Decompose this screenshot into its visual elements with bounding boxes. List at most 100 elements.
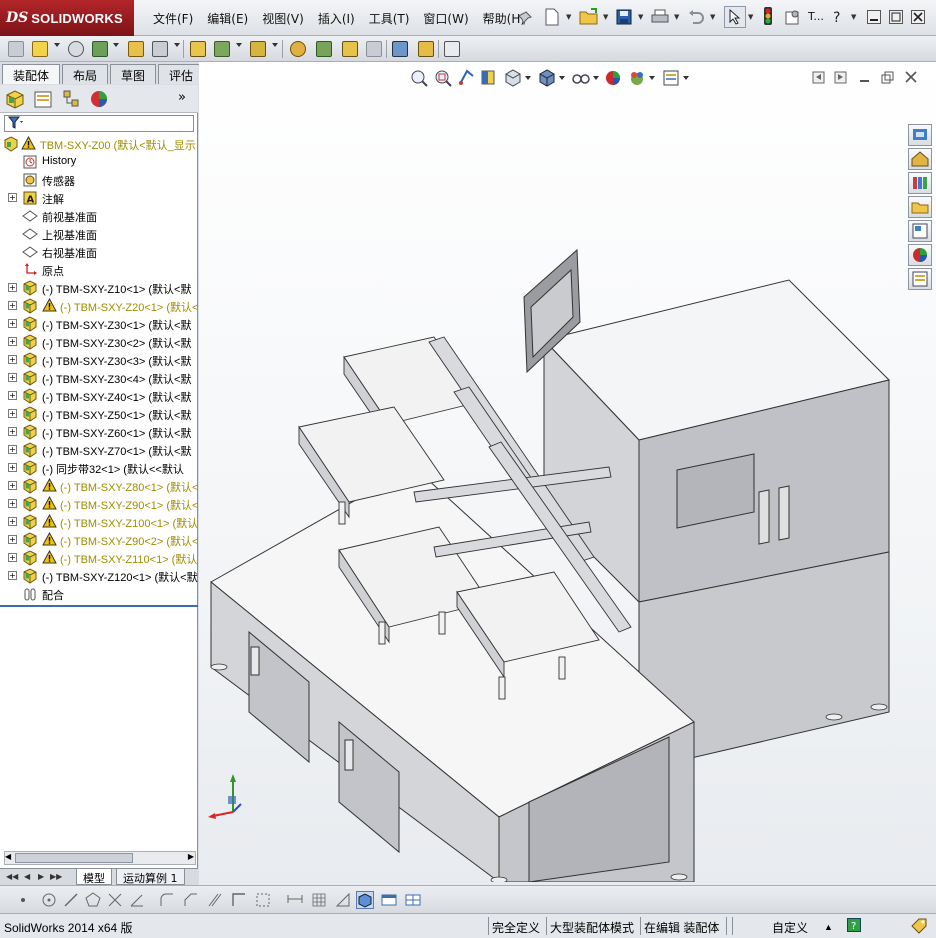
tree-item[interactable]: + A 注解: [0, 189, 198, 207]
chevron-down-icon[interactable]: ▼: [603, 7, 609, 27]
expand-icon[interactable]: +: [8, 499, 17, 508]
tree-item[interactable]: 上视基准面: [0, 225, 198, 243]
tree-item[interactable]: 配合: [0, 585, 198, 603]
move-component-icon[interactable]: [150, 39, 170, 59]
tree-item[interactable]: + (-) TBM-SXY-Z40<1> (默认<默: [0, 387, 198, 405]
scroll-left-icon[interactable]: ◀: [5, 852, 11, 861]
table-layout-icon[interactable]: [404, 891, 422, 909]
scroll-right-icon[interactable]: ▶: [188, 852, 194, 861]
expand-icon[interactable]: +: [8, 319, 17, 328]
solidworks-logo[interactable]: DS SOLIDWORKS: [0, 0, 134, 36]
chevron-down-icon[interactable]: ▼: [748, 7, 754, 27]
tree-item[interactable]: + (-) TBM-SXY-Z70<1> (默认<默: [0, 441, 198, 459]
tree-item[interactable]: + (-) TBM-SXY-Z30<2> (默认<默: [0, 333, 198, 351]
expand-icon[interactable]: +: [8, 571, 17, 580]
instant3d-icon[interactable]: [442, 39, 462, 59]
show-hidden-components-icon[interactable]: [188, 39, 208, 59]
tree-item[interactable]: + (-) TBM-SXY-Z120<1> (默认<默: [0, 567, 198, 585]
edit-component-icon[interactable]: [6, 39, 26, 59]
options-icon[interactable]: [783, 7, 801, 27]
construction-geometry-icon[interactable]: [254, 891, 272, 909]
tree-item[interactable]: + (-) TBM-SXY-Z30<1> (默认<默: [0, 315, 198, 333]
tab-layout[interactable]: 布局: [62, 64, 109, 84]
chevron-down-icon[interactable]: [113, 43, 119, 47]
expand-icon[interactable]: +: [8, 553, 17, 562]
menu-insert[interactable]: 插入(I): [311, 8, 362, 29]
undo-icon[interactable]: [686, 7, 706, 27]
reference-geometry-icon[interactable]: [248, 39, 268, 59]
scroll-thumb[interactable]: [15, 853, 133, 863]
tree-item[interactable]: + (-) TBM-SXY-Z100<1> (默认: [0, 513, 198, 531]
chevron-down-icon[interactable]: ▼: [710, 7, 716, 27]
mate-icon[interactable]: [66, 39, 86, 59]
expand-icon[interactable]: +: [8, 337, 17, 346]
tab-assembly[interactable]: 装配体: [2, 64, 61, 84]
fillet-icon[interactable]: [158, 891, 176, 909]
menu-edit[interactable]: 编辑(E): [200, 8, 255, 29]
chevron-down-icon[interactable]: ▼: [638, 7, 644, 27]
expand-icon[interactable]: +: [8, 517, 17, 526]
configuration-manager-tab-icon[interactable]: [60, 89, 84, 111]
tab-sketch[interactable]: 草图: [110, 64, 157, 84]
view-layout-icon[interactable]: [380, 891, 398, 909]
prev-tab-icon[interactable]: ◀: [24, 872, 30, 881]
tree-item[interactable]: History: [0, 153, 198, 171]
insert-component-icon[interactable]: [30, 39, 50, 59]
menu-view[interactable]: 视图(V): [255, 8, 311, 29]
feature-manager-tab-icon[interactable]: [4, 89, 28, 111]
new-motion-study-icon[interactable]: [288, 39, 308, 59]
expand-icon[interactable]: +: [8, 445, 17, 454]
maximize-button[interactable]: [889, 10, 903, 24]
select-arrow-icon[interactable]: [724, 6, 746, 28]
rebuild-traffic-light-icon[interactable]: [760, 6, 776, 26]
line-icon[interactable]: [62, 891, 80, 909]
horizontal-scrollbar[interactable]: ◀ ▶: [4, 851, 196, 865]
3d-sketch-icon[interactable]: [356, 891, 374, 909]
assembly-features-icon[interactable]: [212, 39, 232, 59]
menu-tools[interactable]: 工具(T): [362, 8, 417, 29]
assembly-model-view[interactable]: [199, 162, 936, 882]
expand-icon[interactable]: +: [8, 355, 17, 364]
chevron-up-icon[interactable]: ▲: [824, 922, 833, 932]
bill-of-materials-icon[interactable]: [314, 39, 334, 59]
expand-icon[interactable]: +: [8, 373, 17, 382]
status-units-custom[interactable]: 自定义: [772, 919, 808, 936]
save-icon[interactable]: [615, 7, 633, 27]
tree-item[interactable]: 原点: [0, 261, 198, 279]
chevron-down-icon[interactable]: [54, 43, 60, 47]
first-tab-icon[interactable]: ◀◀: [6, 872, 18, 881]
expand-icon[interactable]: +: [8, 463, 17, 472]
polygon-icon[interactable]: [84, 891, 102, 909]
chevron-down-icon[interactable]: [272, 43, 278, 47]
last-tab-icon[interactable]: ▶▶: [50, 872, 62, 881]
expand-icon[interactable]: +: [8, 535, 17, 544]
tree-item[interactable]: + (-) TBM-SXY-Z10<1> (默认<默: [0, 279, 198, 297]
tree-root[interactable]: TBM-SXY-Z00 (默认<默认_显示: [0, 135, 198, 153]
minimize-button[interactable]: [867, 10, 881, 24]
tree-item[interactable]: + (-) TBM-SXY-Z60<1> (默认<默: [0, 423, 198, 441]
clearance-verification-icon[interactable]: [416, 39, 436, 59]
solidworks-resources-icon[interactable]: [908, 124, 932, 146]
smart-dimension-icon[interactable]: [286, 891, 304, 909]
tree-item[interactable]: 右视基准面: [0, 243, 198, 261]
new-document-icon[interactable]: [543, 7, 561, 27]
offset-icon[interactable]: [206, 891, 224, 909]
help-icon[interactable]: ?: [830, 7, 846, 27]
menu-window[interactable]: 窗口(W): [416, 8, 475, 29]
open-folder-icon[interactable]: [579, 7, 599, 27]
pin-icon[interactable]: [516, 8, 534, 28]
tree-item[interactable]: 传感器: [0, 171, 198, 189]
expand-icon[interactable]: +: [8, 193, 17, 202]
smart-fasteners-icon[interactable]: [126, 39, 146, 59]
tree-item[interactable]: + (-) TBM-SXY-Z80<1> (默认<: [0, 477, 198, 495]
graphics-area[interactable]: [199, 62, 936, 885]
tree-item[interactable]: + (-) TBM-SXY-Z30<4> (默认<默: [0, 369, 198, 387]
next-tab-icon[interactable]: ▶: [38, 872, 44, 881]
expand-icon[interactable]: +: [8, 283, 17, 292]
chevron-down-icon[interactable]: ▼: [674, 7, 680, 27]
trim-icon[interactable]: [106, 891, 124, 909]
angle-icon[interactable]: [128, 891, 146, 909]
tab-evaluate[interactable]: 评估: [158, 64, 205, 84]
tree-item[interactable]: + (-) TBM-SXY-Z50<1> (默认<默: [0, 405, 198, 423]
print-icon[interactable]: [650, 7, 670, 27]
